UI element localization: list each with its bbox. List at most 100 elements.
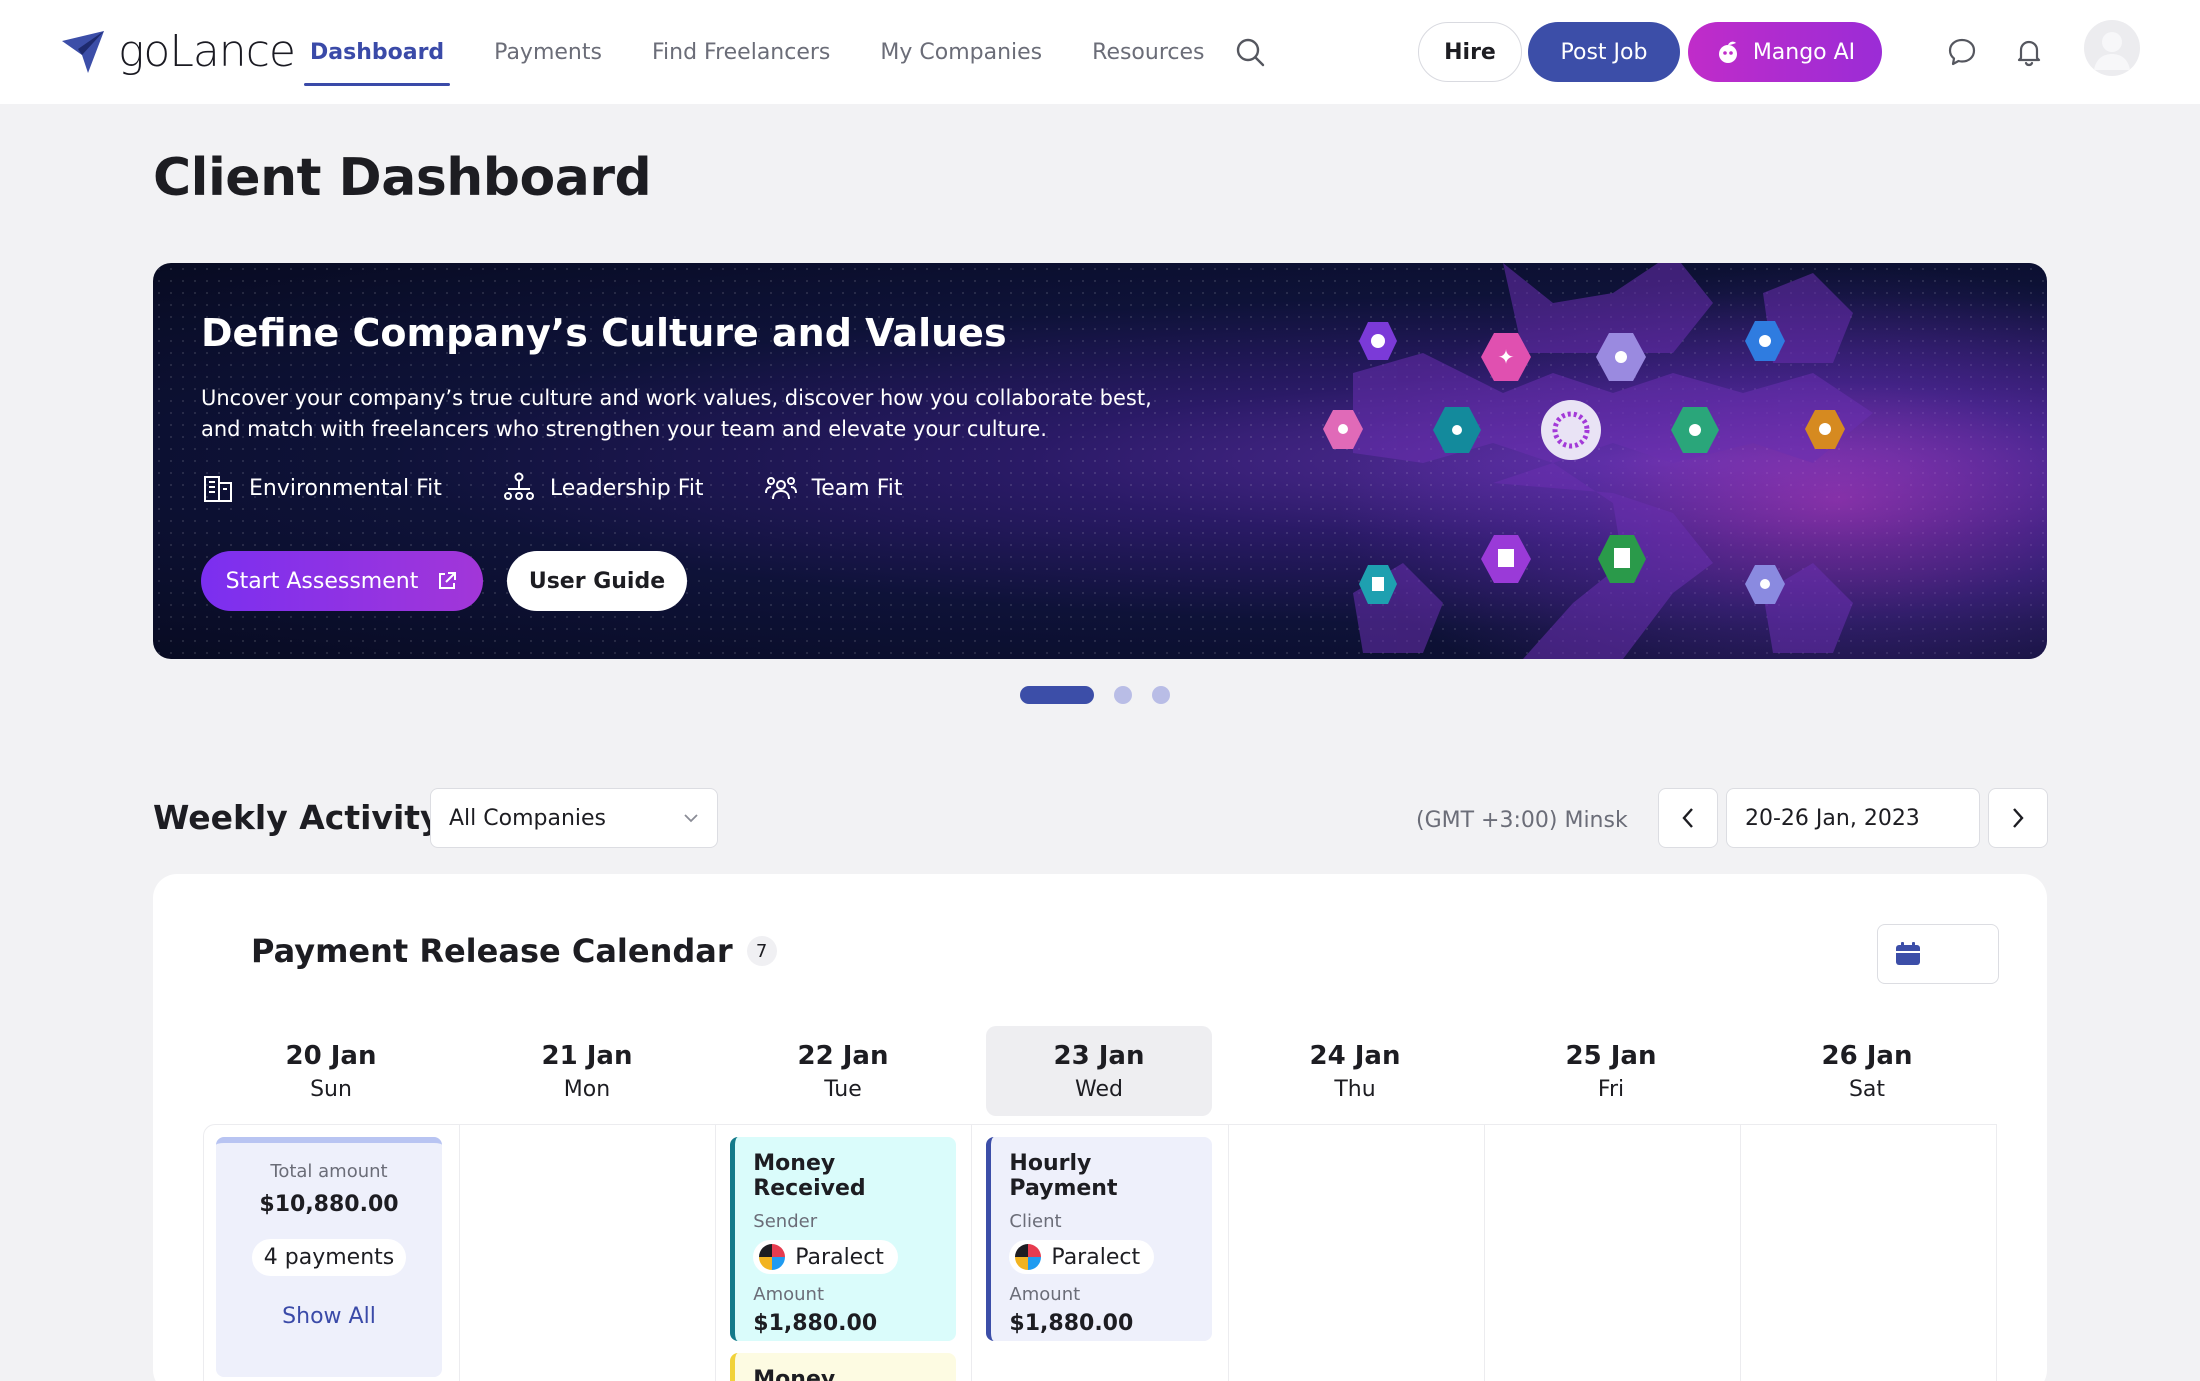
nav-my-companies[interactable]: My Companies [880,0,1042,104]
nav-payments[interactable]: Payments [494,0,602,104]
calendar-view-toggle[interactable] [1877,924,1999,984]
day-date: 20 Jan [285,1040,377,1071]
calendar-count-badge: 7 [746,936,777,966]
svg-text:✦: ✦ [1498,345,1515,369]
day-header-fri: 25 Jan Fri [1483,1026,1739,1116]
day-column-wed: Hourly Payment Client Paralect Amount $1… [972,1125,1229,1381]
mango-ai-label: Mango AI [1752,39,1856,65]
payment-summary-card: Total amount $10,880.00 4 payments Show … [216,1137,442,1377]
day-date: 22 Jan [797,1040,889,1071]
payment-amount-label: Amount [753,1284,825,1305]
day-name: Mon [563,1076,611,1102]
hex-icon-11 [1481,535,1531,583]
payment-card-partial[interactable]: Money Received [730,1353,957,1381]
chevron-down-icon [684,814,698,823]
show-all-link[interactable]: Show All [282,1304,376,1329]
company-name: Paralect [795,1244,884,1270]
company-avatar [759,1244,786,1270]
company-name: Paralect [1051,1244,1141,1270]
day-header-wed-today: 23 Jan Wed [986,1026,1212,1116]
day-header-thu: 24 Jan Thu [1227,1026,1483,1116]
mango-ai-button[interactable]: Mango AI [1688,22,1882,82]
day-column-tue: Money Received Sender Paralect Amount $1… [716,1125,973,1381]
timezone-label: (GMT +3:00) Minsk [1416,808,1628,833]
nav-resources[interactable]: Resources [1092,0,1204,104]
external-link-icon [439,572,457,589]
building-icon [204,476,232,502]
payment-amount-label: Amount [1009,1284,1081,1305]
company-chip: Paralect [1009,1240,1155,1274]
top-navbar: goLance Dashboard Payments Find Freelanc… [0,0,2200,104]
fit-list: Environmental Fit Leadership Fit Team Fi… [201,471,903,505]
day-name: Fri [1597,1076,1625,1102]
payment-party-label: Sender [753,1211,818,1232]
fit-environmental-label: Environmental Fit [249,475,442,501]
fit-environmental: Environmental Fit [201,471,442,505]
day-date: 26 Jan [1821,1040,1913,1071]
day-date: 23 Jan [1053,1040,1145,1071]
fit-leadership: Leadership Fit [502,471,704,505]
day-headers: 20 Jan Sun 21 Jan Mon 22 Jan Tue 23 Jan … [203,1026,1997,1116]
post-job-button[interactable]: Post Job [1528,22,1680,82]
day-column-sun: Total amount $10,880.00 4 payments Show … [204,1125,461,1381]
user-guide-button[interactable]: User Guide [507,551,687,611]
page-title: Client Dashboard [153,148,652,208]
pager-dot-2[interactable] [1114,686,1132,704]
next-week-button[interactable] [1988,788,2048,848]
search-icon[interactable] [1234,36,1266,68]
culture-banner: Define Company’s Culture and Values Unco… [153,263,2047,659]
fit-team-label: Team Fit [811,475,903,501]
chevron-right-icon [2013,808,2024,828]
hire-button[interactable]: Hire [1418,22,1522,82]
calendar-icon [1896,942,1920,965]
day-header-tue: 22 Jan Tue [715,1026,971,1116]
fit-team: Team Fit [764,471,903,505]
day-header-sat: 26 Jan Sat [1739,1026,1995,1116]
day-name: Wed [1075,1076,1123,1102]
payment-card[interactable]: Money Received Sender Paralect Amount $1… [730,1137,957,1341]
date-range-field[interactable]: 20-26 Jan, 2023 [1726,788,1980,848]
pager-dot-3[interactable] [1152,686,1170,704]
nav-dashboard[interactable]: Dashboard [303,0,451,104]
payment-card-title: Hourly Payment [1009,1151,1118,1201]
day-date: 24 Jan [1309,1040,1401,1071]
user-icon [2094,32,2130,70]
company-select[interactable]: All Companies [430,788,718,848]
day-date: 25 Jan [1565,1040,1657,1071]
culture-hex-illustration: ✦ [1323,263,1873,659]
weekly-activity-title: Weekly Activity [153,798,442,837]
company-avatar [1015,1244,1042,1270]
day-column-thu [1229,1125,1485,1381]
hex-icon-1 [1359,322,1397,360]
calendar-grid: Total amount $10,880.00 4 payments Show … [203,1124,1997,1381]
banner-pager [1020,686,1170,704]
previous-week-button[interactable] [1658,788,1718,848]
pager-dot-active[interactable] [1020,686,1094,704]
logo-mark-icon [62,30,104,73]
day-name: Tue [824,1076,862,1102]
chat-icon[interactable] [1946,36,1978,68]
banner-description: Uncover your company’s true culture and … [201,386,1152,441]
payment-party-label: Client [1009,1211,1062,1232]
golance-logo[interactable]: goLance [58,26,296,77]
hex-icon-7 [1541,400,1601,460]
nav-find-freelancers[interactable]: Find Freelancers [652,0,830,104]
company-chip: Paralect [753,1240,898,1274]
day-date: 21 Jan [541,1040,633,1071]
hierarchy-icon [503,472,534,500]
payment-card[interactable]: Hourly Payment Client Paralect Amount $1… [986,1137,1213,1341]
start-assessment-button[interactable]: Start Assessment [201,551,483,611]
payment-amount: $1,880.00 [1009,1311,1134,1336]
bell-icon[interactable] [2013,36,2045,68]
day-name: Sun [310,1076,352,1102]
chevron-left-icon [1682,808,1693,828]
user-avatar[interactable] [2084,20,2140,76]
summary-count: 4 payments [251,1239,407,1276]
day-name: Thu [1334,1076,1376,1102]
payment-card-title: Money Received [753,1151,866,1201]
payment-calendar-card: Payment Release Calendar 7 20 Jan Sun 21… [153,874,2047,1381]
start-assessment-label: Start Assessment [225,568,419,594]
main-nav: Dashboard Payments Find Freelancers My C… [303,0,1255,104]
calendar-title: Payment Release Calendar 7 [251,932,777,970]
mango-icon [1718,41,1737,63]
